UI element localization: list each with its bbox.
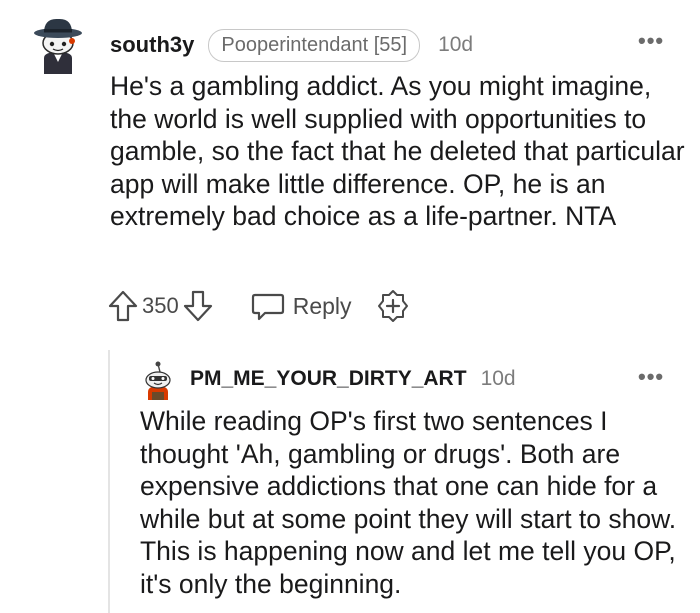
user-flair: Pooperintendant [55] xyxy=(208,28,421,62)
comment-age: 10d xyxy=(438,33,474,56)
upvote-arrow-icon xyxy=(108,290,138,322)
reply-more-options-button[interactable]: ••• xyxy=(638,364,664,390)
reply-meta: PM_ME_YOUR_DIRTY_ART 10d xyxy=(190,364,516,394)
more-options-button[interactable]: ••• xyxy=(638,28,664,54)
reply-user-avatar[interactable] xyxy=(140,360,176,400)
downvote-arrow-icon xyxy=(183,290,212,322)
downvote-button[interactable] xyxy=(183,290,213,322)
reply-label: Reply xyxy=(292,292,352,319)
comment-body: He's a gambling addict. As you might ima… xyxy=(110,71,685,231)
upvote-button[interactable] xyxy=(108,290,138,322)
user-avatar[interactable] xyxy=(30,14,86,74)
comment-author[interactable]: south3y xyxy=(110,32,194,58)
snoo-avatar-icon xyxy=(145,361,171,400)
thread-line[interactable] xyxy=(108,350,110,613)
reply-author[interactable]: PM_ME_YOUR_DIRTY_ART xyxy=(190,367,467,391)
reply-button[interactable]: Reply xyxy=(251,291,352,321)
reply-age: 10d xyxy=(480,367,516,390)
vote-score: 350 xyxy=(142,293,179,318)
speech-bubble-icon xyxy=(251,293,284,321)
snoo-avatar-fedora-icon xyxy=(34,18,82,74)
comment-action-bar: 350 Reply xyxy=(108,288,410,324)
award-plus-icon xyxy=(377,290,408,322)
give-award-button[interactable] xyxy=(376,289,410,323)
reply-body: While reading OP's first two sentences I… xyxy=(140,406,677,599)
comment-meta: south3y Pooperintendant [55] 10d xyxy=(110,28,473,62)
